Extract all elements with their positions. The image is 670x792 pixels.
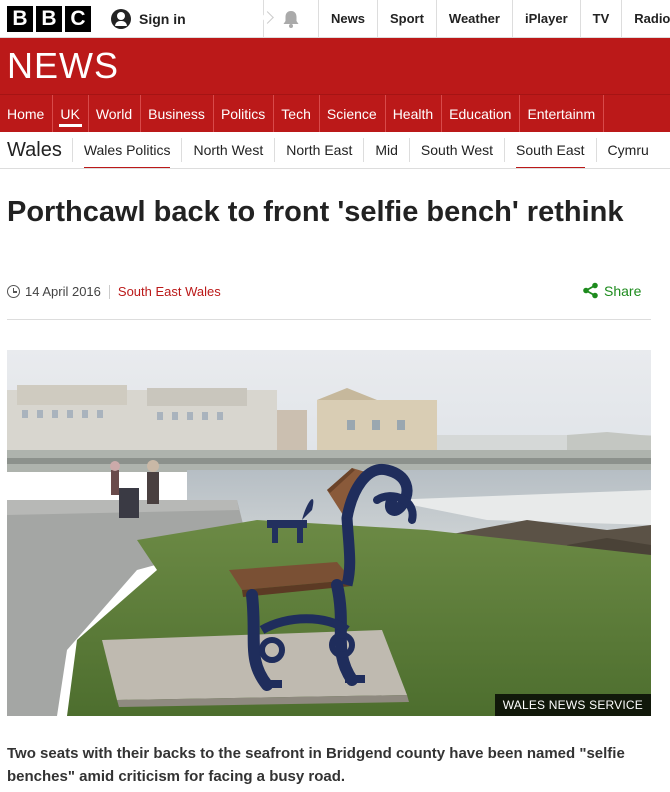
- global-nav: News Sport Weather iPlayer TV Radio: [318, 0, 670, 38]
- section-link[interactable]: South East Wales: [118, 284, 221, 299]
- subnav-cymru[interactable]: Cymru: [595, 138, 660, 162]
- user-icon: [111, 8, 131, 29]
- logo-letter-b2: B: [36, 5, 62, 32]
- global-nav-news[interactable]: News: [318, 0, 377, 38]
- article-headline: Porthcawl back to front 'selfie bench' r…: [7, 196, 624, 228]
- news-wordmark[interactable]: NEWS: [7, 48, 119, 84]
- nav-science[interactable]: Science: [320, 95, 386, 132]
- global-header: B B C Sign in News Sport Weather iPlayer…: [0, 0, 670, 38]
- nav-entertainment[interactable]: Entertainm: [520, 95, 605, 132]
- global-nav-tv[interactable]: TV: [579, 0, 622, 38]
- divider: [7, 319, 651, 320]
- nav-uk[interactable]: UK: [53, 95, 89, 132]
- signin-button[interactable]: Sign in: [111, 0, 186, 38]
- photo-credit: WALES NEWS SERVICE: [494, 694, 651, 716]
- article-summary: Two seats with their backs to the seafro…: [7, 745, 625, 785]
- share-label: Share: [604, 282, 642, 299]
- article-photo[interactable]: WALES NEWS SERVICE: [7, 350, 651, 716]
- subnav-mid[interactable]: Mid: [363, 138, 409, 162]
- wales-sub-nav: Wales Wales Politics North West North Ea…: [0, 132, 670, 169]
- subnav-south-east[interactable]: South East: [504, 138, 596, 168]
- signin-label: Sign in: [139, 10, 186, 27]
- selfie-bench-photo: [7, 350, 651, 716]
- nav-tech[interactable]: Tech: [274, 95, 320, 132]
- news-header: NEWS: [0, 38, 670, 94]
- share-button[interactable]: Share: [582, 282, 641, 299]
- article-meta: 14 April 2016 South East Wales: [7, 284, 221, 299]
- logo-letter-c: C: [65, 5, 91, 32]
- share-icon: [583, 282, 598, 299]
- article-date: 14 April 2016: [25, 284, 101, 299]
- news-main-nav: Home UK World Business Politics Tech Sci…: [0, 94, 670, 132]
- nav-health[interactable]: Health: [386, 95, 443, 132]
- subnav-south-west[interactable]: South West: [408, 138, 504, 162]
- subnav-wales-politics[interactable]: Wales Politics: [71, 138, 182, 168]
- subnav-north-east[interactable]: North East: [274, 138, 363, 162]
- subnav-north-west[interactable]: North West: [181, 138, 274, 162]
- nav-home[interactable]: Home: [0, 95, 54, 132]
- global-nav-sport[interactable]: Sport: [376, 0, 436, 38]
- bell-icon[interactable]: [280, 9, 302, 29]
- section-title[interactable]: Wales: [0, 132, 72, 168]
- global-nav-radio[interactable]: Radio: [621, 0, 670, 38]
- nav-politics[interactable]: Politics: [214, 95, 275, 132]
- nav-world[interactable]: World: [89, 95, 142, 132]
- clock-icon: [7, 285, 20, 298]
- bbc-logo[interactable]: B B C: [7, 5, 91, 32]
- logo-letter-b1: B: [7, 5, 33, 32]
- divider-chevron-icon: [263, 0, 275, 38]
- nav-business[interactable]: Business: [141, 95, 214, 132]
- global-nav-iplayer[interactable]: iPlayer: [511, 0, 580, 38]
- nav-education[interactable]: Education: [442, 95, 521, 132]
- global-nav-weather[interactable]: Weather: [435, 0, 512, 38]
- meta-divider: [108, 284, 110, 299]
